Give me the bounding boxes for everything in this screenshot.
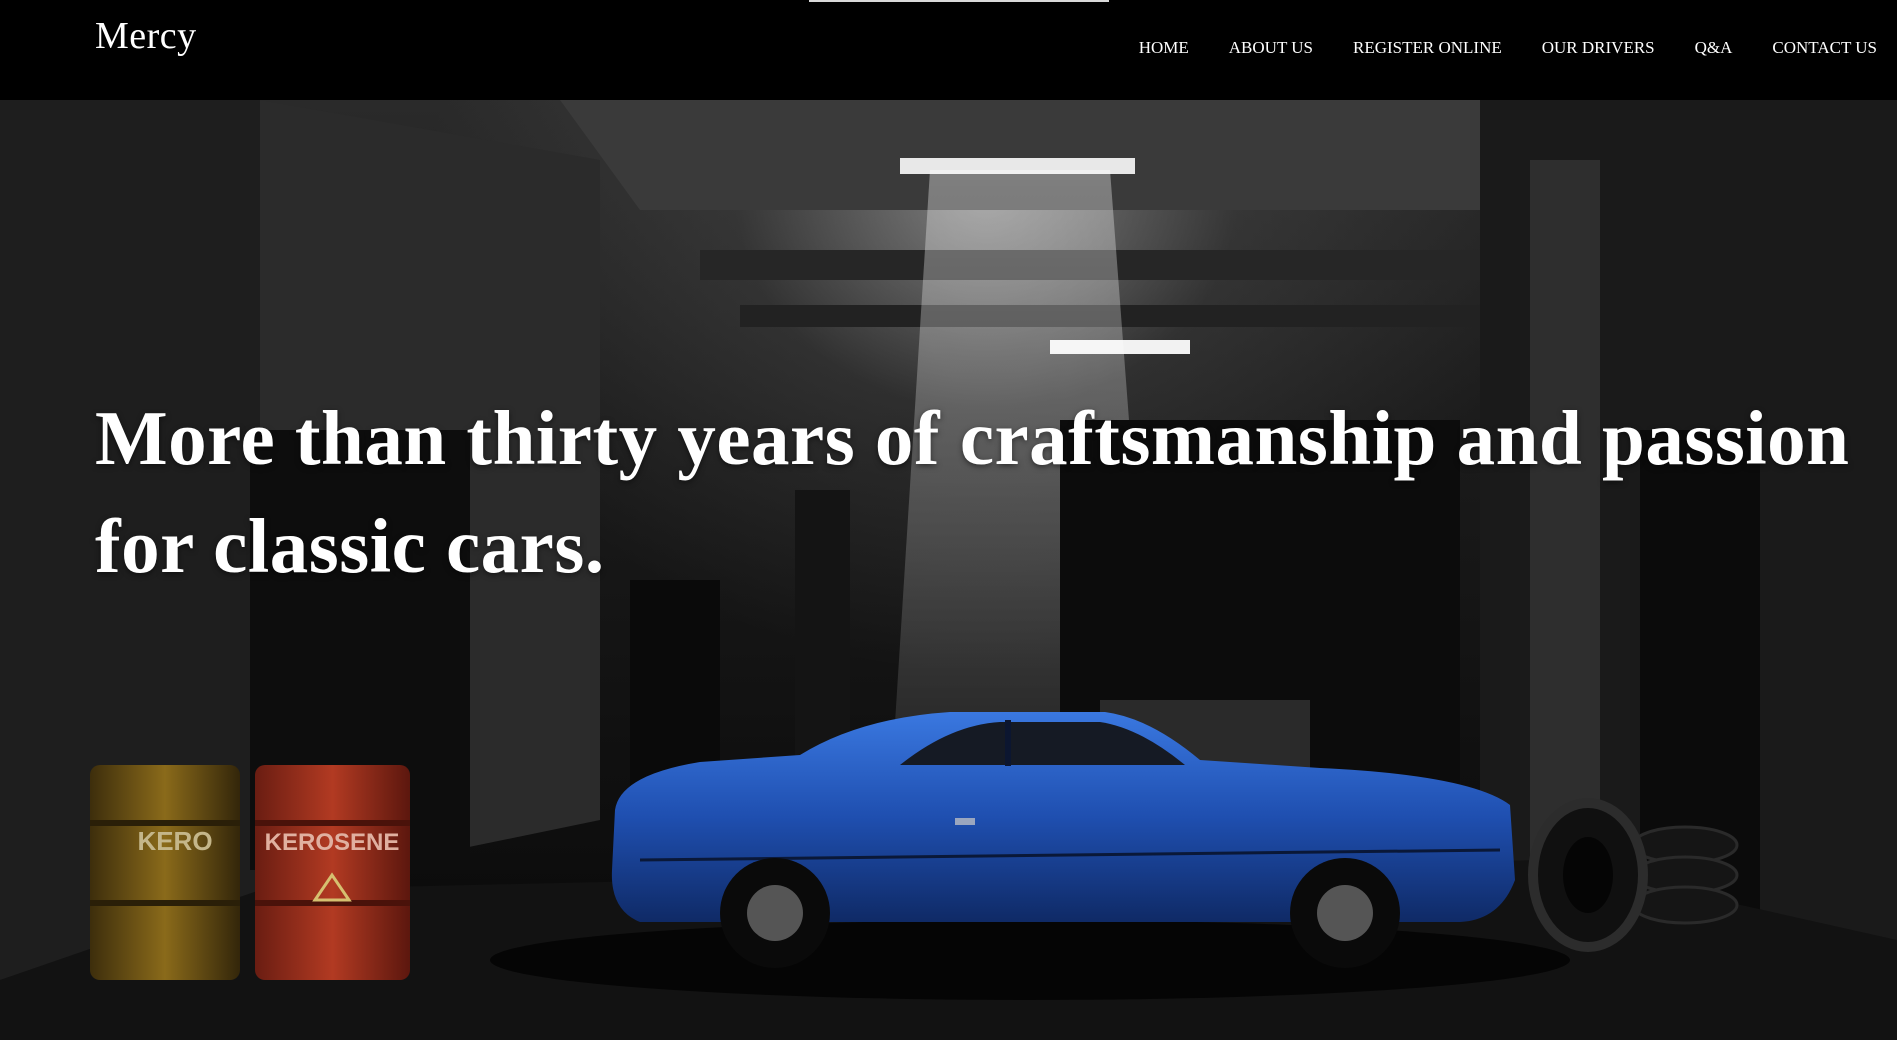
barrel-label: KEROSENE: [265, 829, 400, 856]
nav-register-online[interactable]: REGISTER ONLINE: [1353, 38, 1502, 58]
hero-section: KERO KEROSENE More than thirty years of …: [0, 100, 1897, 1040]
nav-qa[interactable]: Q&A: [1695, 38, 1733, 58]
site-header: Mercy HOME ABOUT US REGISTER ONLINE OUR …: [0, 0, 1897, 100]
kerosene-barrel-red: KEROSENE: [255, 765, 410, 980]
hero-headline: More than thirty years of craftsmanship …: [95, 394, 1850, 589]
barrel-label-partial: KERO: [137, 826, 212, 856]
nav-home[interactable]: HOME: [1139, 38, 1189, 58]
nav-contact-us[interactable]: CONTACT US: [1772, 38, 1877, 58]
nav-about-us[interactable]: ABOUT US: [1229, 38, 1313, 58]
brand-logo[interactable]: Mercy: [95, 14, 197, 58]
nav-our-drivers[interactable]: OUR DRIVERS: [1542, 38, 1655, 58]
main-nav: HOME ABOUT US REGISTER ONLINE OUR DRIVER…: [1139, 38, 1877, 58]
car-shadow: [490, 920, 1570, 1000]
kerosene-barrel-yellow: KERO: [90, 765, 240, 980]
top-accent-line: [809, 0, 1109, 2]
